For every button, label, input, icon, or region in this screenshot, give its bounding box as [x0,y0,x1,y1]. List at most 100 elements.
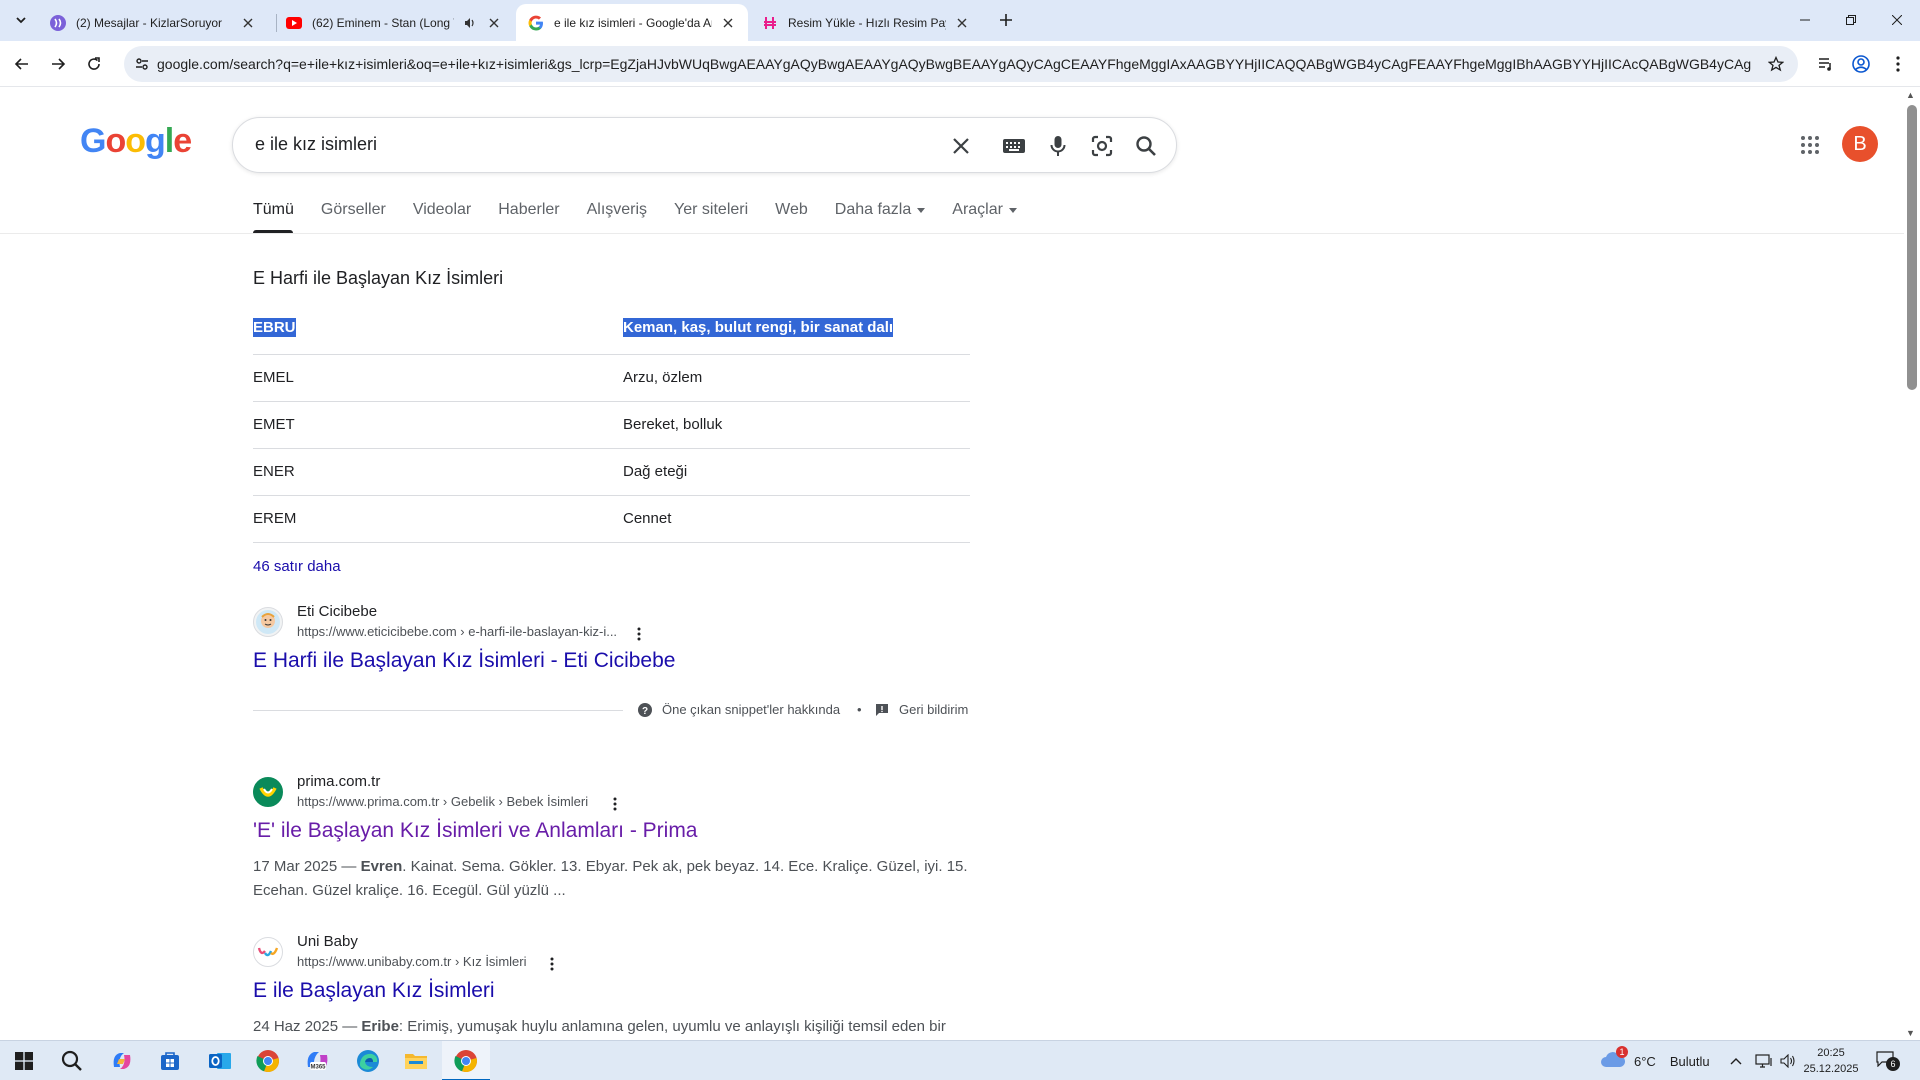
tab-kizlarsoruyor[interactable]: (2) Mesajlar - KizlarSoruyor [38,4,268,41]
caret-down-icon [917,207,926,213]
tab-tools[interactable]: Araçlar [952,200,1017,220]
restore-button[interactable] [1828,0,1874,40]
separator-dot: • [857,702,862,717]
browser-menu-button[interactable] [1884,50,1912,78]
new-tab-button[interactable] [995,9,1017,31]
taskbar-search-button[interactable] [48,1041,96,1080]
table-cell-name: ENER [253,463,295,480]
tab-web[interactable]: Web [775,200,808,220]
taskbar-chrome[interactable] [244,1041,292,1080]
weather-widget[interactable]: 1 6°C Bulutlu [1600,1041,1710,1080]
tab-more[interactable]: Daha fazla [835,200,926,220]
table-row: EMEL Arzu, özlem [253,355,970,402]
google-logo[interactable]: Google [80,122,192,161]
microphone-icon[interactable] [1044,132,1072,160]
address-bar[interactable]: google.com/search?q=e+ile+kız+isimleri&o… [124,46,1798,82]
about-snippets-link[interactable]: ? Öne çıkan snippet'ler hakkında [638,702,840,717]
outlook-icon [209,1053,231,1069]
tab-search-button[interactable] [10,9,32,31]
tab-google-search[interactable]: e ile kız isimleri - Google'da Ara [516,4,748,41]
site-info-icon[interactable] [132,54,152,74]
profile-button[interactable] [1847,50,1875,78]
result-title-link[interactable]: E ile Başlayan Kız İsimleri [253,979,495,1003]
result-site-name[interactable]: Uni Baby [297,933,358,950]
close-icon[interactable] [720,15,736,31]
start-button[interactable] [0,1041,48,1080]
google-apps-icon[interactable] [1796,131,1824,159]
taskbar-store[interactable] [146,1041,194,1080]
result-date: 17 Mar 2025 — [253,858,357,875]
tab-strip: (2) Mesajlar - KizlarSoruyor (62) Eminem… [0,0,1920,41]
more-vert-icon[interactable] [608,795,622,813]
taskbar-edge[interactable] [344,1041,392,1080]
tab-tools-label: Araçlar [952,201,1003,218]
tab-images[interactable]: Görseller [321,200,386,220]
svg-text:?: ? [642,706,648,717]
chevron-down-icon [16,17,26,24]
scroll-up-arrow[interactable]: ▲ [1906,90,1915,100]
star-icon[interactable] [1766,54,1786,74]
tab-news[interactable]: Haberler [498,200,559,220]
search-icon[interactable] [1132,132,1160,160]
feedback-label: Geri bildirim [899,702,969,717]
result-bold: Evren [360,858,403,875]
result-url[interactable]: https://www.eticicibebe.com › e-harfi-il… [297,624,617,639]
keyboard-icon[interactable] [1000,132,1028,160]
taskbar-file-explorer[interactable] [392,1041,440,1080]
google-icon [528,15,544,31]
tab-resim-yukle[interactable]: Resim Yükle - Hızlı Resim Paylaş [750,4,982,41]
result-url[interactable]: https://www.prima.com.tr › Gebelik › Beb… [297,794,588,809]
reload-button[interactable] [80,50,108,78]
feedback-icon [876,703,888,716]
taskbar-outlook[interactable] [196,1041,244,1080]
feedback-link[interactable]: Geri bildirim [875,702,968,717]
network-icon[interactable] [1755,1041,1773,1080]
taskbar-copilot[interactable] [98,1041,146,1080]
taskbar-chrome-active[interactable] [442,1041,490,1080]
tab-local[interactable]: Yer siteleri [674,200,748,220]
more-vert-icon[interactable] [545,955,559,973]
search-icon [61,1050,82,1071]
back-button[interactable] [8,50,36,78]
youtube-icon [286,15,302,31]
system-clock[interactable]: 20:25 25.12.2025 [1800,1045,1862,1077]
copilot-icon [113,1053,131,1069]
close-icon[interactable] [954,15,970,31]
result-site-name[interactable]: Eti Cicibebe [297,603,377,620]
media-controls-button[interactable] [1812,50,1840,78]
tab-title: (62) Eminem - Stan (Long V [312,15,454,30]
close-icon[interactable] [240,15,256,31]
tab-videos[interactable]: Videolar [413,200,471,220]
minimize-button[interactable] [1782,0,1828,40]
forward-button[interactable] [44,50,72,78]
scrollbar-thumb[interactable] [1907,105,1917,390]
avatar[interactable]: B [1842,126,1878,162]
url-text[interactable]: google.com/search?q=e+ile+kız+isimleri&o… [157,56,1752,72]
reload-icon [88,57,100,70]
result-title-link[interactable]: E Harfi ile Başlayan Kız İsimleri - Eti … [253,649,675,673]
close-window-button[interactable] [1874,0,1920,40]
close-icon[interactable] [486,15,502,31]
tab-shopping[interactable]: Alışveriş [587,200,647,220]
result-url[interactable]: https://www.unibaby.com.tr › Kız İsimler… [297,954,527,969]
tab-youtube[interactable]: (62) Eminem - Stan (Long V [274,4,514,41]
more-rows-link[interactable]: 46 satır daha [253,558,341,575]
more-vert-icon [1896,56,1900,72]
snippet-heading: E Harfi ile Başlayan Kız İsimleri [253,268,504,288]
search-input[interactable] [255,134,855,155]
clear-icon[interactable] [947,132,975,160]
tab-more-label: Daha fazla [834,201,912,218]
unibaby-favicon [253,937,283,967]
taskbar-m365[interactable]: M365 [294,1041,342,1080]
result-site-name[interactable]: prima.com.tr [297,773,380,790]
result-title-link[interactable]: 'E' ile Başlayan Kız İsimleri ve Anlamla… [253,819,698,843]
notification-center[interactable]: 6 [1876,1041,1900,1080]
scroll-down-arrow[interactable]: ▼ [1906,1028,1915,1038]
volume-icon[interactable] [1780,1041,1796,1080]
table-cell-meaning: Arzu, özlem [623,369,703,386]
lens-camera-icon[interactable] [1088,132,1116,160]
more-vert-icon[interactable] [632,625,646,643]
tab-all[interactable]: Tümü [253,200,294,220]
tray-chevron[interactable] [1730,1041,1742,1080]
speaker-icon[interactable] [462,15,478,31]
